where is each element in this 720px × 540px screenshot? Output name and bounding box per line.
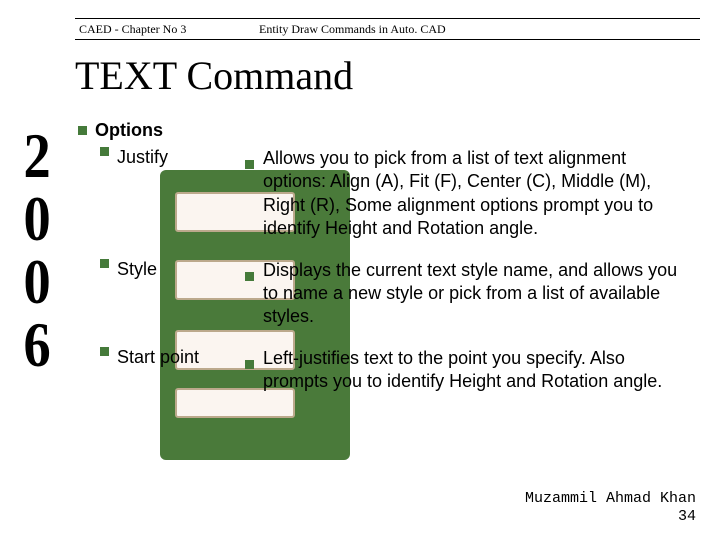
- option-item: Justify Allows you to pick from a list o…: [100, 147, 690, 241]
- option-item: Style Displays the current text style na…: [100, 259, 690, 329]
- footer-page: 34: [525, 508, 696, 526]
- bullet-icon: [100, 147, 109, 156]
- option-name: Style: [117, 259, 157, 280]
- option-name-cell: Justify: [100, 147, 245, 241]
- option-desc-cell: Displays the current text style name, an…: [245, 259, 690, 329]
- header-band: CAED - Chapter No 3 Entity Draw Commands…: [75, 18, 700, 40]
- option-desc: Left-justifies text to the point you spe…: [263, 347, 690, 394]
- bullet-icon: [78, 126, 87, 135]
- bullet-icon: [245, 160, 254, 169]
- bullet-icon: [245, 272, 254, 281]
- content-area: Options Justify Allows you to pick from …: [78, 120, 690, 412]
- bullet-icon: [245, 360, 254, 369]
- option-desc: Allows you to pick from a list of text a…: [263, 147, 690, 241]
- option-name-cell: Style: [100, 259, 245, 329]
- footer: Muzammil Ahmad Khan 34: [525, 490, 696, 526]
- option-desc: Displays the current text style name, an…: [263, 259, 690, 329]
- bullet-icon: [100, 347, 109, 356]
- side-year: 2006: [12, 120, 61, 372]
- option-item: Start point Left-justifies text to the p…: [100, 347, 690, 394]
- header-left: CAED - Chapter No 3: [75, 22, 255, 37]
- option-name: Start point: [117, 347, 199, 368]
- option-desc-cell: Allows you to pick from a list of text a…: [245, 147, 690, 241]
- footer-author: Muzammil Ahmad Khan: [525, 490, 696, 508]
- bullet-icon: [100, 259, 109, 268]
- option-name: Justify: [117, 147, 168, 168]
- header-right: Entity Draw Commands in Auto. CAD: [255, 22, 446, 37]
- option-desc-cell: Left-justifies text to the point you spe…: [245, 347, 690, 394]
- options-label: Options: [95, 120, 163, 140]
- option-name-cell: Start point: [100, 347, 245, 394]
- options-heading: Options: [78, 120, 690, 141]
- page-title: TEXT Command: [75, 52, 353, 99]
